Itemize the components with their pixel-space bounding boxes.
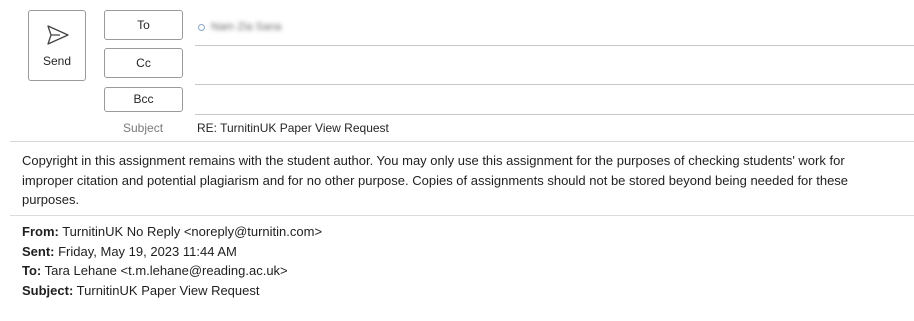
quoted-subject-value: TurnitinUK Paper View Request xyxy=(73,282,260,298)
quoted-to-label: To: xyxy=(22,263,42,278)
quote-separator xyxy=(10,215,914,216)
to-field[interactable]: Nam Zia Sana xyxy=(198,17,281,37)
quoted-to-value: Tara Lehane <t.m.lehane@reading.ac.uk> xyxy=(41,263,288,278)
quoted-from-row: From: TurnitinUK No Reply <noreply@turni… xyxy=(22,222,322,242)
to-field-underline xyxy=(195,45,914,46)
quoted-subject-row: Subject: TurnitinUK Paper View Request xyxy=(22,281,322,301)
subject-label: Subject xyxy=(123,121,164,135)
quoted-sent-label: Sent: xyxy=(22,243,55,259)
send-icon xyxy=(47,25,69,45)
bcc-button[interactable]: Bcc xyxy=(104,87,183,112)
quoted-subject-label: Subject: xyxy=(22,282,74,298)
presence-status-icon xyxy=(198,23,205,31)
quoted-to-row: To: Tara Lehane <t.m.lehane@reading.ac.u… xyxy=(22,261,322,281)
quoted-header: From: TurnitinUK No Reply <noreply@turni… xyxy=(22,222,322,300)
bcc-field[interactable] xyxy=(195,114,914,115)
quoted-sent-row: Sent: Friday, May 19, 2023 11:44 AM xyxy=(22,242,322,262)
send-button-label: Send xyxy=(42,54,72,68)
email-compose-window: Send To Cc Bcc Nam Zia Sana Subject RE: … xyxy=(0,0,914,321)
send-button[interactable]: Send xyxy=(28,10,86,81)
cc-field[interactable] xyxy=(195,84,914,85)
quoted-from-label: From: xyxy=(22,224,59,239)
quoted-sent-value: Friday, May 19, 2023 11:44 AM xyxy=(54,243,237,259)
message-body[interactable]: Copyright in this assignment remains wit… xyxy=(22,151,898,210)
cc-button[interactable]: Cc xyxy=(104,48,183,78)
quoted-from-value: TurnitinUK No Reply <noreply@turnitin.co… xyxy=(58,224,323,239)
subject-input[interactable]: RE: TurnitinUK Paper View Request xyxy=(197,121,389,135)
to-button[interactable]: To xyxy=(104,10,183,40)
to-recipient[interactable]: Nam Zia Sana xyxy=(211,21,281,33)
header-divider xyxy=(10,141,914,142)
